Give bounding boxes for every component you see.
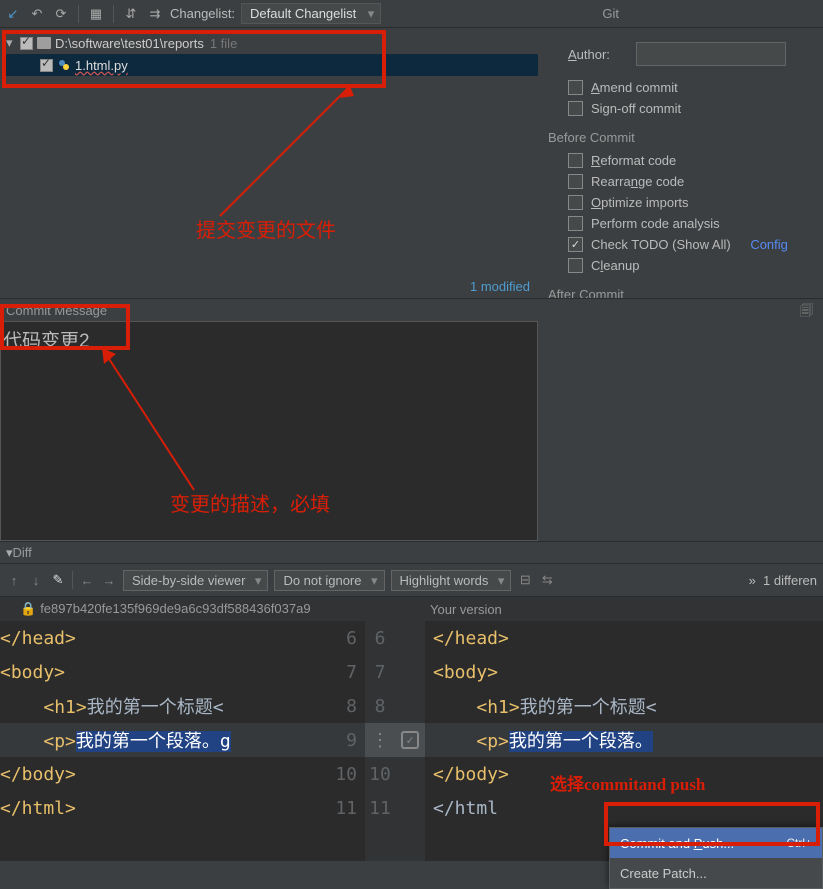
diff-accept-icon[interactable] [395,723,425,757]
next-diff-icon[interactable]: ↓ [28,573,44,588]
prev-diff-icon[interactable]: ↑ [6,573,22,588]
folder-icon [37,37,51,49]
diff-left-row[interactable]: </html>11 [0,791,365,825]
group-icon[interactable]: ▦ [87,5,105,23]
diff-gutter-right [395,689,425,723]
commit-actions-popup: Commit and Push... Ctrl+ Create Patch... [609,827,823,889]
diff-gutter-left: ⋮ [365,723,395,757]
commit-message-header: Commit Message 🗐 [0,299,823,321]
changelist-label: Changelist: [170,6,235,21]
before-commit-label: Before Commit [548,130,813,145]
forward-icon[interactable]: → [101,573,117,588]
diff-header: ▾ Diff [0,541,823,563]
diff-toolbar: ↑ ↓ ✎ ← → Side-by-side viewer Do not ign… [0,563,823,597]
your-version-label: Your version [430,602,502,617]
viewer-mode-dropdown[interactable]: Side-by-side viewer [123,570,268,591]
caret-down-icon[interactable]: ▾ [6,35,16,51]
diff-right-row[interactable]: <h1>我的第一个标题< [425,689,823,723]
file-count: 1 file [210,36,237,51]
signoff-checkbox-row[interactable]: Sign-off commit [568,101,813,116]
collapse-icon[interactable]: ↙ [4,5,22,23]
commit-message-textarea[interactable]: 代码变更2 [0,321,538,541]
diff-right-row[interactable]: <p>我的第一个段落。 [425,723,823,757]
git-options-panel: Author: Amend commit Sign-off commit Bef… [538,28,823,298]
commit-hash: fe897b420fe135f969de9a6c93df588436f037a9 [40,601,310,616]
ignore-dropdown[interactable]: Do not ignore [274,570,384,591]
sync-scroll-icon[interactable]: ⇆ [539,572,555,588]
diff-gutter-left: 6 [365,621,395,655]
rearrange-checkbox[interactable]: Rearrange code [568,174,813,189]
after-commit-label: After Commit [548,287,813,298]
diff-right-row[interactable]: </html [425,791,823,825]
diff-gutter-right [395,655,425,689]
expand-icon[interactable]: ⇵ [122,5,140,23]
diff-right-row[interactable]: <body> [425,655,823,689]
diff-gutter-left: 11 [365,791,395,825]
git-section-label: Git [602,6,819,21]
analysis-checkbox[interactable]: Perform code analysis [568,216,813,231]
diff-gutter-left: 10 [365,757,395,791]
diff-viewer: </head>6<body>7 <h1>我的第一个标题<8 <p>我的第一个段落… [0,621,823,861]
cleanup-checkbox[interactable]: Cleanup [568,258,813,273]
diff-left-row[interactable]: </head>6 [0,621,365,655]
todo-checkbox[interactable]: Check TODO (Show All) Config [568,237,813,252]
file-checkbox[interactable] [40,59,53,72]
configure-link[interactable]: Config [750,237,788,252]
refresh-icon[interactable]: ⟳ [52,5,70,23]
top-toolbar: ↙ ↶ ⟳ ▦ ⇵ ⇉ Changelist: Default Changeli… [0,0,823,28]
modified-count: 1 modified [470,279,530,294]
optimize-checkbox[interactable]: Optimize imports [568,195,813,210]
diff-gutter-right [395,621,425,655]
diff-left-row[interactable]: <p>我的第一个段落。g9 [0,723,365,757]
diff-left-row[interactable]: <h1>我的第一个标题<8 [0,689,365,723]
root-checkbox[interactable] [20,37,33,50]
diff-gutter-right [395,757,425,791]
root-path: D:\software\test01\reports [55,36,204,51]
diff-right-row[interactable]: </head> [425,621,823,655]
diff-count: » 1 differen [749,573,817,588]
tree-root-row[interactable]: ▾ D:\software\test01\reports 1 file [4,32,538,54]
diff-revisions-bar: 🔒 fe897b420fe135f969de9a6c93df588436f037a… [0,597,823,621]
history-icon[interactable]: 🗐 [800,302,813,324]
flatten-icon[interactable]: ⇉ [146,5,164,23]
diff-gutter-right [395,791,425,825]
author-label: Author: [568,47,628,62]
file-name: 1.html.py [75,58,128,73]
diff-left-row[interactable]: <body>7 [0,655,365,689]
diff-left-row[interactable]: </body>10 [0,757,365,791]
back-icon[interactable]: ← [79,573,95,588]
lock-icon: 🔒 [20,601,36,616]
diff-gutter-left: 7 [365,655,395,689]
diff-gutter-left: 8 [365,689,395,723]
edit-icon[interactable]: ✎ [50,572,66,588]
tree-file-row[interactable]: 1.html.py [4,54,538,76]
diff-right-row[interactable]: </body> [425,757,823,791]
python-file-icon [57,58,71,72]
collapse-unchanged-icon[interactable]: ⊟ [517,572,533,588]
reformat-checkbox[interactable]: Reformat code [568,153,813,168]
amend-checkbox-row[interactable]: Amend commit [568,80,813,95]
create-patch-item[interactable]: Create Patch... [610,858,822,888]
highlight-dropdown[interactable]: Highlight words [391,570,512,591]
commit-and-push-item[interactable]: Commit and Push... Ctrl+ [610,828,822,858]
file-tree: ▾ D:\software\test01\reports 1 file 1.ht… [0,28,538,76]
changelist-dropdown[interactable]: Default Changelist [241,3,381,24]
author-input[interactable] [636,42,786,66]
undo-icon[interactable]: ↶ [28,5,46,23]
